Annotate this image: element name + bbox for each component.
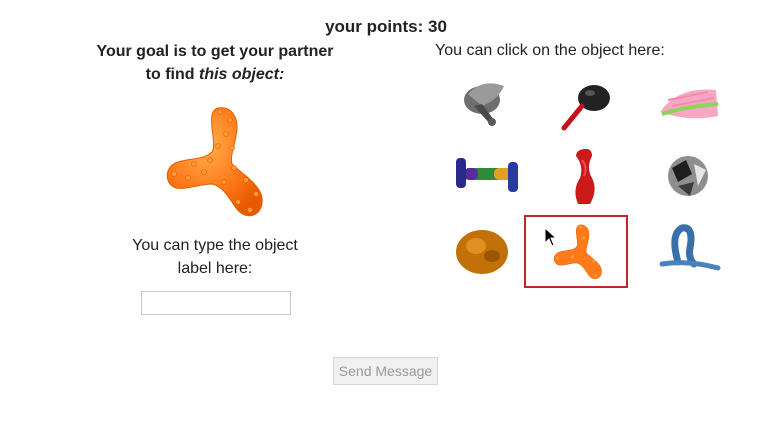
goal-line-2-prefix: to find: [145, 66, 199, 83]
object-option-7[interactable]: [438, 215, 538, 285]
goal-line-2-emphasis: this object:: [198, 66, 285, 83]
object-option-5[interactable]: [538, 143, 638, 213]
chrome-crumpled-icon: [668, 156, 708, 196]
object-option-4[interactable]: [438, 143, 538, 213]
target-object-image: [160, 98, 270, 226]
points-value: 30: [428, 17, 447, 36]
object-grid: [428, 65, 738, 290]
object-label-input[interactable]: [141, 291, 291, 315]
object-option-6[interactable]: [638, 143, 738, 213]
click-instruction: You can click on the object here:: [435, 42, 665, 59]
red-twisted-icon: [575, 148, 595, 204]
mouse-pointer-icon: [544, 226, 558, 252]
type-label-line-1: You can type the object: [132, 237, 298, 254]
object-option-1[interactable]: [438, 73, 538, 143]
type-label-line-2: label here:: [177, 260, 253, 277]
rainbow-dumbbell-icon: [456, 158, 518, 192]
points-display: your points: 30: [0, 17, 772, 37]
type-label-text: You can type the object label here:: [100, 234, 330, 280]
object-option-8[interactable]: [524, 215, 628, 288]
send-message-button[interactable]: Send Message: [333, 357, 438, 385]
orange-spiky-tripod-icon: [166, 107, 263, 217]
blue-loop-icon: [659, 224, 721, 271]
pink-fan-icon: [660, 89, 719, 119]
object-option-2[interactable]: [538, 73, 638, 143]
black-bulb-pump-icon: [561, 85, 610, 131]
goal-text: Your goal is to get your partner to find…: [70, 40, 360, 86]
goal-line-2: to find this object:: [70, 63, 360, 86]
goal-line-1: Your goal is to get your partner: [96, 43, 334, 60]
gray-funnel-icon: [464, 83, 504, 126]
amber-blob-icon: [456, 230, 508, 274]
object-option-9[interactable]: [638, 215, 738, 285]
points-label: your points:: [325, 17, 424, 36]
object-option-3[interactable]: [638, 73, 738, 143]
